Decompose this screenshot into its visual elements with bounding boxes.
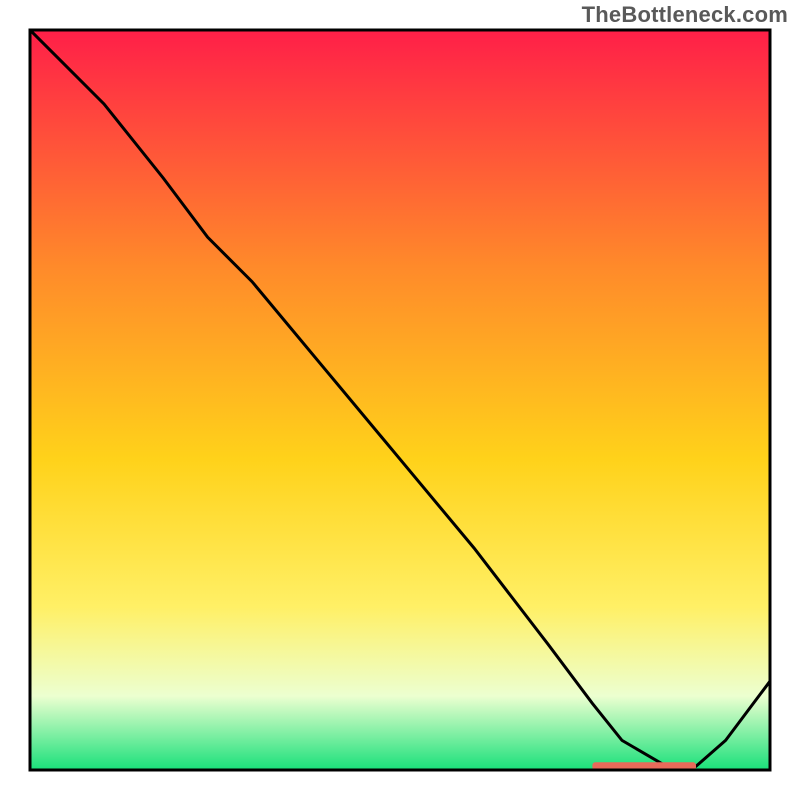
bottleneck-chart (0, 0, 800, 800)
watermark-text: TheBottleneck.com (582, 2, 788, 28)
plot-background (30, 30, 770, 770)
chart-container: { "watermark": "TheBottleneck.com", "cha… (0, 0, 800, 800)
